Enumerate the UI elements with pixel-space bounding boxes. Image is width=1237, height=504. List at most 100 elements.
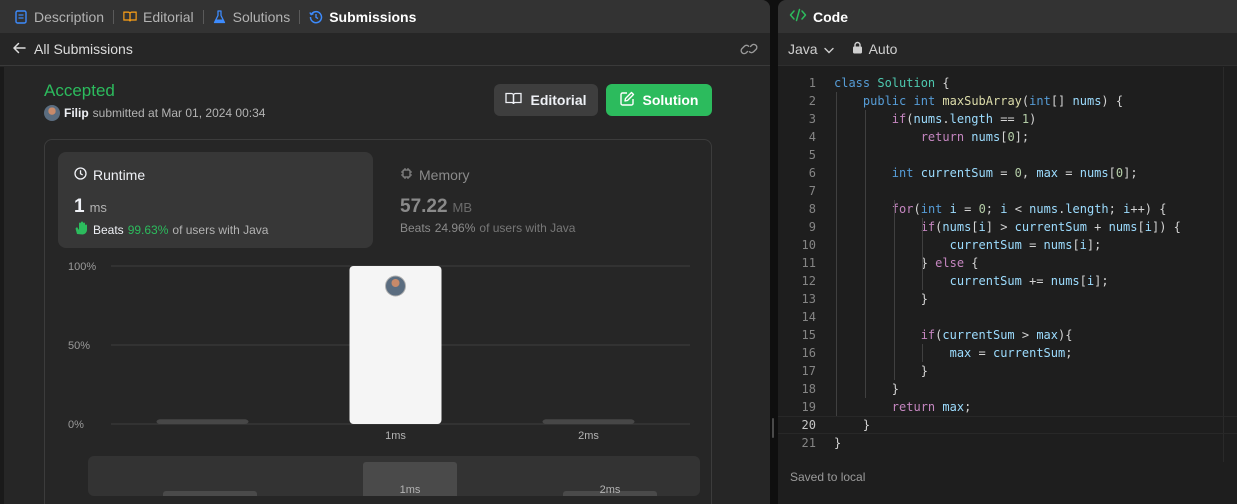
code-line[interactable]: 15 if(currentSum > max){: [778, 326, 1237, 344]
auto-mode-toggle[interactable]: Auto: [852, 41, 898, 57]
solution-button[interactable]: Solution: [606, 84, 712, 116]
code-line[interactable]: 2 public int maxSubArray(int[] nums) {: [778, 92, 1237, 110]
performance-card: Runtime 1 ms Beats 99.63% of users with …: [44, 139, 712, 504]
code-line[interactable]: 3 if(nums.length == 1): [778, 110, 1237, 128]
code-line[interactable]: 9 if(nums[i] > currentSum + nums[i]) {: [778, 218, 1237, 236]
runtime-beats: Beats 99.63% of users with Java: [74, 221, 268, 238]
code-text: currentSum = nums[i];: [949, 238, 1102, 252]
line-number: 16: [801, 346, 816, 360]
code-text: int currentSum = 0, max = nums[0];: [891, 166, 1138, 180]
line-number: 13: [801, 292, 816, 306]
code-text: currentSum += nums[i];: [949, 274, 1109, 288]
tab-divider: [202, 9, 204, 24]
book-icon: [505, 92, 523, 108]
line-number: 2: [808, 94, 816, 108]
code-panel: Code Java Auto 1 class Solution { 2 public…: [778, 0, 1237, 504]
code-line[interactable]: 18 }: [778, 380, 1237, 398]
runtime-distribution-chart[interactable]: 100% 50% 0% 1ms 2ms: [45, 258, 713, 453]
code-header: Code: [778, 0, 1237, 33]
link-icon[interactable]: [740, 42, 758, 56]
auto-mode-label: Auto: [868, 41, 898, 57]
avatar: [385, 275, 406, 297]
code-line[interactable]: 20 }: [778, 416, 1237, 434]
code-text: }: [834, 382, 900, 396]
chart-bar[interactable]: [542, 419, 635, 424]
memory-stat[interactable]: Memory 57.22 MB Beats 24.96% of users wi…: [400, 152, 700, 248]
code-line[interactable]: 4 return nums[0];: [778, 128, 1237, 146]
solution-button-label: Solution: [642, 92, 699, 108]
code-line[interactable]: 5: [778, 146, 1237, 164]
tab-editorial[interactable]: Editorial: [123, 9, 194, 25]
language-select[interactable]: Java: [788, 41, 834, 57]
submission-detail: Accepted Filip submitted at Mar 01, 2024…: [0, 67, 770, 504]
tab-solutions-label: Solutions: [232, 8, 291, 25]
code-line[interactable]: 1 class Solution {: [778, 74, 1237, 92]
line-number: 4: [808, 130, 816, 144]
code-line[interactable]: 13 }: [778, 290, 1237, 308]
indent-guide: [893, 200, 895, 380]
code-text: max = currentSum;: [949, 346, 1073, 360]
avatar[interactable]: [44, 105, 60, 121]
memory-unit: MB: [452, 200, 473, 215]
clap-icon: [74, 221, 89, 238]
panel-resize-handle[interactable]: [770, 0, 778, 504]
code-text: class Solution {: [834, 76, 950, 90]
code-line[interactable]: 11 } else {: [778, 254, 1237, 272]
submitted-time: submitted at Mar 01, 2024 00:34: [92, 106, 266, 120]
code-line[interactable]: 17 }: [778, 362, 1237, 380]
line-number: 6: [808, 166, 816, 180]
editorial-button[interactable]: Editorial: [494, 84, 598, 116]
tab-solutions[interactable]: Solutions: [213, 8, 291, 25]
code-text: public int maxSubArray(int[] nums) {: [862, 94, 1124, 108]
code-line[interactable]: 6 int currentSum = 0, max = nums[0];: [778, 164, 1237, 182]
code-line[interactable]: 8 for(int i = 0; i < nums.length; i++) {: [778, 200, 1237, 218]
code-line[interactable]: 7: [778, 182, 1237, 200]
chart-bar[interactable]: [156, 419, 249, 424]
line-number: 17: [801, 364, 816, 378]
code-line[interactable]: 10 currentSum = nums[i];: [778, 236, 1237, 254]
tab-description[interactable]: Description: [14, 9, 104, 25]
panel-tabs: Description Editorial Solutions Submissi…: [0, 0, 770, 33]
editorial-button-label: Editorial: [530, 92, 587, 108]
code-line[interactable]: 19 return max;: [778, 398, 1237, 416]
memory-title: Memory: [400, 167, 470, 183]
code-text: return max;: [891, 400, 972, 414]
book-icon: [123, 10, 137, 24]
code-editor[interactable]: 1 class Solution { 2 public int maxSubArra…: [778, 67, 1237, 462]
line-number: 11: [801, 256, 816, 270]
scrollbar[interactable]: [0, 67, 4, 504]
code-line[interactable]: 16 max = currentSum;: [778, 344, 1237, 362]
line-number: 18: [801, 382, 816, 396]
code-line[interactable]: 12 currentSum += nums[i];: [778, 272, 1237, 290]
runtime-beats-suffix: of users with Java: [172, 222, 269, 237]
drag-handle[interactable]: [772, 418, 774, 438]
indent-guide: [922, 344, 924, 362]
indent-guide: [836, 92, 837, 416]
all-submissions-link[interactable]: All Submissions: [12, 41, 133, 57]
line-number: 21: [801, 436, 816, 450]
overview-bar: [163, 491, 257, 496]
clock-icon: [74, 167, 87, 183]
line-number: 12: [801, 274, 816, 288]
code-line[interactable]: 14: [778, 308, 1237, 326]
memory-beats-label: Beats: [400, 221, 431, 235]
username-link[interactable]: Filip: [64, 106, 89, 120]
editor-toolbar: Java Auto: [778, 33, 1237, 66]
submission-panel: Description Editorial Solutions Submissi…: [0, 0, 770, 504]
overview-label: 2ms: [600, 484, 621, 496]
code-line[interactable]: 21}: [778, 434, 1237, 452]
distribution-overview[interactable]: 1ms 2ms: [88, 456, 700, 496]
line-number: 1: [808, 76, 816, 90]
document-icon: [14, 9, 28, 24]
chip-icon: [400, 167, 413, 183]
runtime-stat[interactable]: Runtime 1 ms Beats 99.63% of users with …: [58, 152, 373, 248]
memory-value: 57.22 MB: [400, 196, 472, 218]
tab-divider: [113, 9, 115, 24]
tab-submissions[interactable]: Submissions: [309, 9, 416, 25]
line-number: 8: [808, 202, 816, 216]
runtime-title: Runtime: [74, 167, 145, 183]
memory-label: Memory: [419, 167, 470, 183]
overview-label: 1ms: [400, 484, 421, 496]
chevron-down-icon: [823, 41, 834, 57]
code-text: if(nums[i] > currentSum + nums[i]) {: [920, 220, 1181, 234]
